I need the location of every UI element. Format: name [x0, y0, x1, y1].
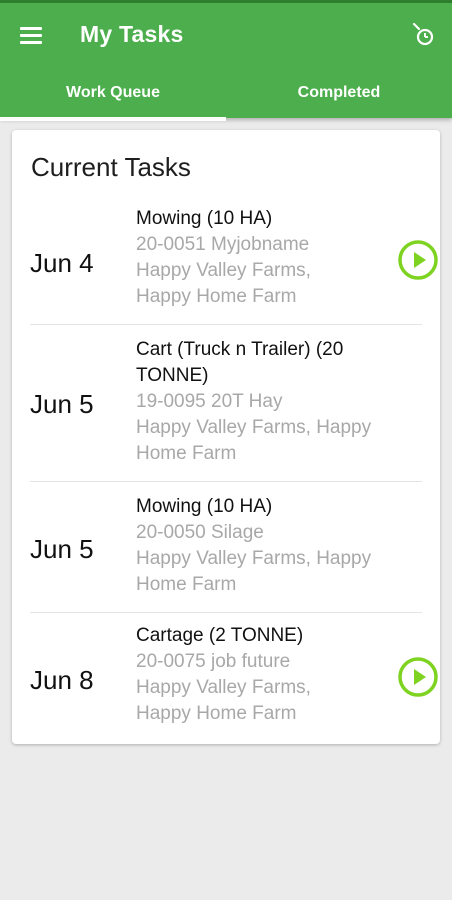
task-name: TONNE): [136, 365, 209, 386]
task-location: Happy Home Farm: [136, 286, 297, 307]
play-circle-icon[interactable]: [398, 240, 438, 280]
play-circle-icon[interactable]: [398, 657, 438, 697]
task-name: Mowing (10 HA): [136, 208, 273, 229]
task-location: Happy Valley Farms, Happy: [136, 548, 372, 569]
timer-icon[interactable]: [410, 21, 438, 49]
task-row[interactable]: Jun 5 Cart (Truck n Trailer) (20 TONNE) …: [30, 325, 422, 482]
task-date: Jun 4: [30, 248, 94, 278]
task-row[interactable]: Jun 5 Mowing (10 HA) 20-0050 Silage Happ…: [30, 482, 422, 613]
app-bar: My Tasks Work Queue Completed: [0, 0, 452, 121]
tab-work-queue[interactable]: Work Queue: [0, 69, 226, 121]
task-row[interactable]: Jun 4 Mowing (10 HA) 20-0051 Myjobname H…: [30, 194, 438, 325]
task-name: Cart (Truck n Trailer) (20: [136, 339, 344, 360]
task-location: Happy Valley Farms,: [136, 677, 311, 698]
task-location: Happy Valley Farms, Happy: [136, 417, 372, 438]
task-date: Jun 5: [30, 534, 94, 564]
page-title: My Tasks: [80, 21, 184, 47]
tab-bar: Work Queue Completed: [0, 69, 452, 121]
task-name: Cartage (2 TONNE): [136, 625, 304, 646]
active-tab-indicator: [0, 117, 226, 121]
task-job: 20-0051 Myjobname: [136, 234, 310, 255]
task-job: 19-0095 20T Hay: [136, 391, 283, 412]
task-row[interactable]: Jun 8 Cartage (2 TONNE) 20-0075 job futu…: [30, 613, 438, 743]
card-title: Current Tasks: [31, 152, 191, 182]
task-location: Home Farm: [136, 443, 237, 464]
task-job: 20-0050 Silage: [136, 522, 264, 543]
task-location: Happy Home Farm: [136, 703, 297, 724]
current-tasks-card: Current Tasks Jun 4 Mowing (10 HA) 20-00…: [12, 130, 440, 744]
tab-completed[interactable]: Completed: [226, 69, 452, 121]
task-location: Happy Valley Farms,: [136, 260, 311, 281]
task-location: Home Farm: [136, 574, 237, 595]
task-name: Mowing (10 HA): [136, 496, 273, 517]
task-job: 20-0075 job future: [136, 651, 291, 672]
hamburger-menu-icon[interactable]: [20, 27, 44, 47]
task-date: Jun 8: [30, 665, 94, 695]
task-date: Jun 5: [30, 389, 94, 419]
